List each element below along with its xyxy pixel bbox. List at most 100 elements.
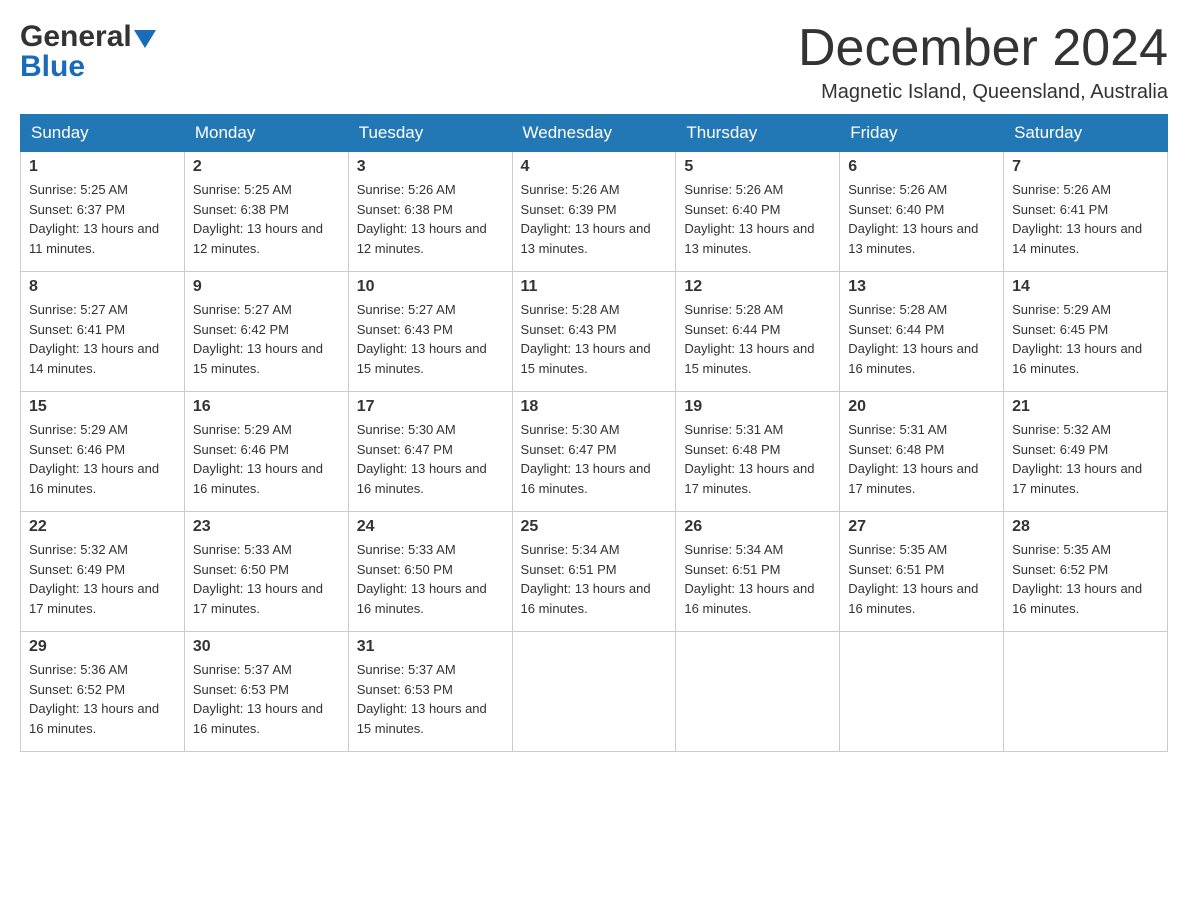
calendar-day-cell: 26 Sunrise: 5:34 AMSunset: 6:51 PMDaylig… (676, 512, 840, 632)
calendar-day-cell: 4 Sunrise: 5:26 AMSunset: 6:39 PMDayligh… (512, 152, 676, 272)
day-number: 24 (357, 518, 504, 536)
day-info: Sunrise: 5:28 AMSunset: 6:43 PMDaylight:… (521, 302, 651, 376)
day-info: Sunrise: 5:31 AMSunset: 6:48 PMDaylight:… (848, 422, 978, 496)
calendar-table: Sunday Monday Tuesday Wednesday Thursday… (20, 114, 1168, 752)
calendar-day-cell: 6 Sunrise: 5:26 AMSunset: 6:40 PMDayligh… (840, 152, 1004, 272)
day-info: Sunrise: 5:29 AMSunset: 6:45 PMDaylight:… (1012, 302, 1142, 376)
day-info: Sunrise: 5:31 AMSunset: 6:48 PMDaylight:… (684, 422, 814, 496)
day-number: 19 (684, 398, 831, 416)
day-info: Sunrise: 5:30 AMSunset: 6:47 PMDaylight:… (357, 422, 487, 496)
day-number: 2 (193, 158, 340, 176)
calendar-week-row: 8 Sunrise: 5:27 AMSunset: 6:41 PMDayligh… (21, 272, 1168, 392)
calendar-day-cell: 25 Sunrise: 5:34 AMSunset: 6:51 PMDaylig… (512, 512, 676, 632)
logo-general-text: General (20, 20, 132, 54)
calendar-day-cell: 1 Sunrise: 5:25 AMSunset: 6:37 PMDayligh… (21, 152, 185, 272)
day-number: 29 (29, 638, 176, 656)
day-number: 28 (1012, 518, 1159, 536)
day-info: Sunrise: 5:25 AMSunset: 6:38 PMDaylight:… (193, 182, 323, 256)
calendar-day-cell: 27 Sunrise: 5:35 AMSunset: 6:51 PMDaylig… (840, 512, 1004, 632)
day-number: 30 (193, 638, 340, 656)
day-info: Sunrise: 5:26 AMSunset: 6:40 PMDaylight:… (684, 182, 814, 256)
calendar-day-cell: 16 Sunrise: 5:29 AMSunset: 6:46 PMDaylig… (184, 392, 348, 512)
day-info: Sunrise: 5:37 AMSunset: 6:53 PMDaylight:… (193, 662, 323, 736)
day-info: Sunrise: 5:35 AMSunset: 6:51 PMDaylight:… (848, 542, 978, 616)
calendar-day-cell: 9 Sunrise: 5:27 AMSunset: 6:42 PMDayligh… (184, 272, 348, 392)
calendar-week-row: 1 Sunrise: 5:25 AMSunset: 6:37 PMDayligh… (21, 152, 1168, 272)
day-number: 20 (848, 398, 995, 416)
calendar-day-cell: 29 Sunrise: 5:36 AMSunset: 6:52 PMDaylig… (21, 632, 185, 752)
page-header: General Blue December 2024 Magnetic Isla… (20, 20, 1168, 104)
title-area: December 2024 Magnetic Island, Queenslan… (798, 20, 1168, 104)
calendar-day-cell: 14 Sunrise: 5:29 AMSunset: 6:45 PMDaylig… (1004, 272, 1168, 392)
day-number: 12 (684, 278, 831, 296)
day-info: Sunrise: 5:26 AMSunset: 6:41 PMDaylight:… (1012, 182, 1142, 256)
day-info: Sunrise: 5:27 AMSunset: 6:43 PMDaylight:… (357, 302, 487, 376)
day-number: 26 (684, 518, 831, 536)
day-number: 27 (848, 518, 995, 536)
calendar-day-cell: 23 Sunrise: 5:33 AMSunset: 6:50 PMDaylig… (184, 512, 348, 632)
calendar-day-cell: 13 Sunrise: 5:28 AMSunset: 6:44 PMDaylig… (840, 272, 1004, 392)
header-friday: Friday (840, 115, 1004, 152)
day-info: Sunrise: 5:26 AMSunset: 6:40 PMDaylight:… (848, 182, 978, 256)
calendar-week-row: 15 Sunrise: 5:29 AMSunset: 6:46 PMDaylig… (21, 392, 1168, 512)
day-number: 31 (357, 638, 504, 656)
calendar-day-cell: 18 Sunrise: 5:30 AMSunset: 6:47 PMDaylig… (512, 392, 676, 512)
day-info: Sunrise: 5:25 AMSunset: 6:37 PMDaylight:… (29, 182, 159, 256)
day-number: 7 (1012, 158, 1159, 176)
calendar-day-cell: 5 Sunrise: 5:26 AMSunset: 6:40 PMDayligh… (676, 152, 840, 272)
calendar-day-cell: 8 Sunrise: 5:27 AMSunset: 6:41 PMDayligh… (21, 272, 185, 392)
header-monday: Monday (184, 115, 348, 152)
day-number: 13 (848, 278, 995, 296)
calendar-day-cell: 3 Sunrise: 5:26 AMSunset: 6:38 PMDayligh… (348, 152, 512, 272)
day-number: 4 (521, 158, 668, 176)
calendar-day-cell: 31 Sunrise: 5:37 AMSunset: 6:53 PMDaylig… (348, 632, 512, 752)
calendar-day-cell (840, 632, 1004, 752)
day-number: 14 (1012, 278, 1159, 296)
weekday-header-row: Sunday Monday Tuesday Wednesday Thursday… (21, 115, 1168, 152)
day-number: 18 (521, 398, 668, 416)
day-number: 3 (357, 158, 504, 176)
header-saturday: Saturday (1004, 115, 1168, 152)
calendar-day-cell: 20 Sunrise: 5:31 AMSunset: 6:48 PMDaylig… (840, 392, 1004, 512)
day-number: 11 (521, 278, 668, 296)
calendar-day-cell: 10 Sunrise: 5:27 AMSunset: 6:43 PMDaylig… (348, 272, 512, 392)
day-number: 10 (357, 278, 504, 296)
header-wednesday: Wednesday (512, 115, 676, 152)
day-info: Sunrise: 5:34 AMSunset: 6:51 PMDaylight:… (521, 542, 651, 616)
day-number: 1 (29, 158, 176, 176)
header-thursday: Thursday (676, 115, 840, 152)
day-number: 15 (29, 398, 176, 416)
calendar-day-cell: 21 Sunrise: 5:32 AMSunset: 6:49 PMDaylig… (1004, 392, 1168, 512)
day-info: Sunrise: 5:29 AMSunset: 6:46 PMDaylight:… (29, 422, 159, 496)
day-info: Sunrise: 5:30 AMSunset: 6:47 PMDaylight:… (521, 422, 651, 496)
day-info: Sunrise: 5:27 AMSunset: 6:42 PMDaylight:… (193, 302, 323, 376)
location-text: Magnetic Island, Queensland, Australia (798, 81, 1168, 104)
day-info: Sunrise: 5:26 AMSunset: 6:38 PMDaylight:… (357, 182, 487, 256)
day-info: Sunrise: 5:32 AMSunset: 6:49 PMDaylight:… (1012, 422, 1142, 496)
day-number: 25 (521, 518, 668, 536)
day-number: 22 (29, 518, 176, 536)
logo-blue-text: Blue (20, 50, 85, 84)
calendar-day-cell: 22 Sunrise: 5:32 AMSunset: 6:49 PMDaylig… (21, 512, 185, 632)
calendar-day-cell: 12 Sunrise: 5:28 AMSunset: 6:44 PMDaylig… (676, 272, 840, 392)
calendar-day-cell: 19 Sunrise: 5:31 AMSunset: 6:48 PMDaylig… (676, 392, 840, 512)
day-info: Sunrise: 5:32 AMSunset: 6:49 PMDaylight:… (29, 542, 159, 616)
day-info: Sunrise: 5:34 AMSunset: 6:51 PMDaylight:… (684, 542, 814, 616)
calendar-day-cell (676, 632, 840, 752)
calendar-day-cell: 2 Sunrise: 5:25 AMSunset: 6:38 PMDayligh… (184, 152, 348, 272)
day-info: Sunrise: 5:27 AMSunset: 6:41 PMDaylight:… (29, 302, 159, 376)
day-number: 17 (357, 398, 504, 416)
day-number: 6 (848, 158, 995, 176)
calendar-week-row: 22 Sunrise: 5:32 AMSunset: 6:49 PMDaylig… (21, 512, 1168, 632)
logo: General Blue (20, 20, 156, 84)
day-info: Sunrise: 5:37 AMSunset: 6:53 PMDaylight:… (357, 662, 487, 736)
day-info: Sunrise: 5:28 AMSunset: 6:44 PMDaylight:… (684, 302, 814, 376)
day-info: Sunrise: 5:29 AMSunset: 6:46 PMDaylight:… (193, 422, 323, 496)
calendar-day-cell: 11 Sunrise: 5:28 AMSunset: 6:43 PMDaylig… (512, 272, 676, 392)
day-number: 5 (684, 158, 831, 176)
day-info: Sunrise: 5:33 AMSunset: 6:50 PMDaylight:… (193, 542, 323, 616)
calendar-week-row: 29 Sunrise: 5:36 AMSunset: 6:52 PMDaylig… (21, 632, 1168, 752)
day-number: 23 (193, 518, 340, 536)
calendar-day-cell: 7 Sunrise: 5:26 AMSunset: 6:41 PMDayligh… (1004, 152, 1168, 272)
day-info: Sunrise: 5:33 AMSunset: 6:50 PMDaylight:… (357, 542, 487, 616)
